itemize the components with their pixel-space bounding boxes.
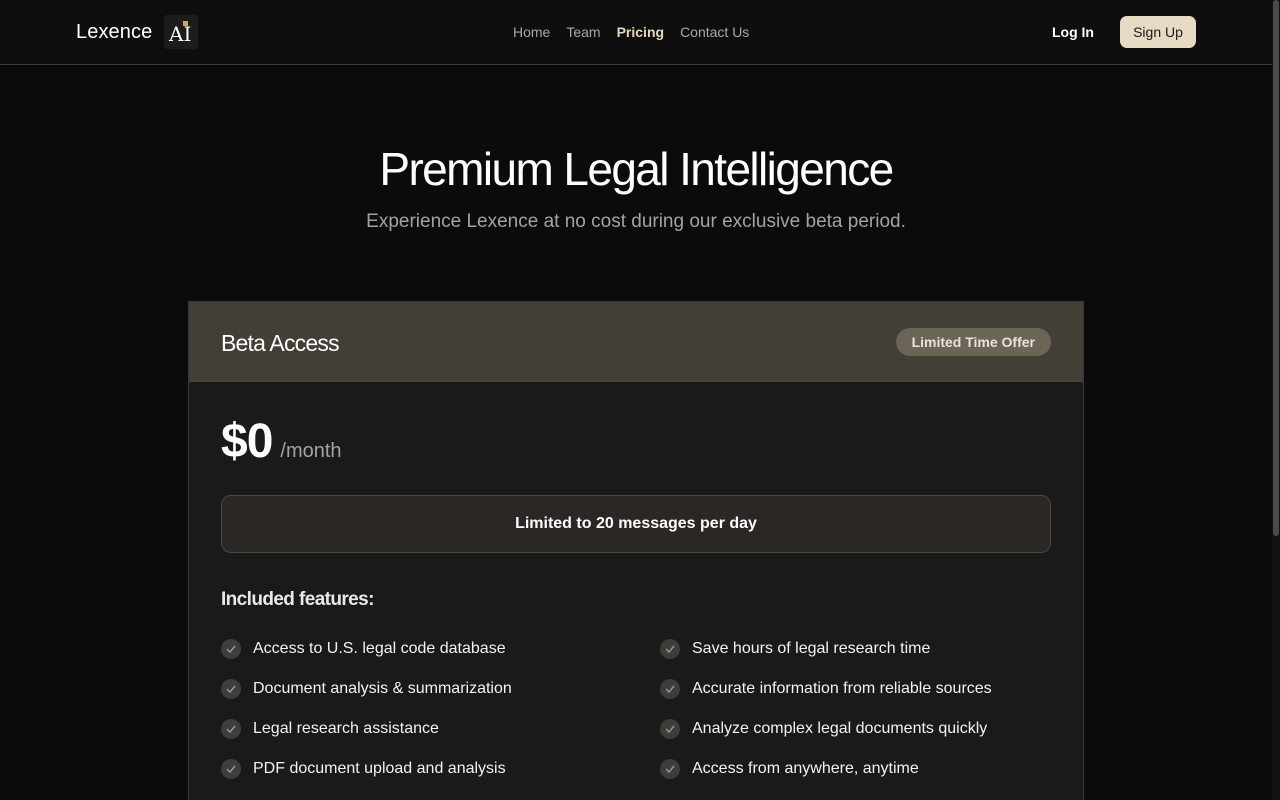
nav-team[interactable]: Team xyxy=(566,22,600,42)
feature-item: Document analysis & summarization xyxy=(221,679,660,699)
feature-item: Accurate information from reliable sourc… xyxy=(660,679,1051,699)
feature-text: Analyze complex legal documents quickly xyxy=(692,720,988,737)
brand[interactable]: Lexence AI xyxy=(76,13,199,51)
feature-item: Save hours of legal research time xyxy=(660,639,1051,659)
plan-name: Beta Access xyxy=(221,330,340,356)
price-row: $0 /month xyxy=(221,414,342,469)
feature-text: PDF document upload and analysis xyxy=(253,760,506,777)
feature-text: Access to U.S. legal code database xyxy=(253,640,506,657)
pricing-card: Beta Access Limited Time Offer $0 /month… xyxy=(188,301,1084,800)
logo-accent xyxy=(183,21,189,26)
signup-button[interactable]: Sign Up xyxy=(1120,16,1196,48)
check-circle-icon xyxy=(221,719,241,739)
feature-item: Access to U.S. legal code database xyxy=(221,639,660,659)
nav-pricing[interactable]: Pricing xyxy=(617,22,664,42)
page-title: Premium Legal Intelligence xyxy=(379,143,894,195)
brand-name: Lexence xyxy=(76,20,153,43)
feature-item: Access from anywhere, anytime xyxy=(660,759,1051,779)
features-list: Access to U.S. legal code database Save … xyxy=(221,639,1051,779)
check-circle-icon xyxy=(660,719,680,739)
feature-item: Legal research assistance xyxy=(221,719,660,739)
plan-period: /month xyxy=(280,440,342,462)
check-circle-icon xyxy=(660,759,680,779)
check-circle-icon xyxy=(221,679,241,699)
check-circle-icon xyxy=(660,679,680,699)
nav-contact-us[interactable]: Contact Us xyxy=(680,22,749,42)
check-circle-icon xyxy=(221,759,241,779)
plan-price: $0 xyxy=(221,415,273,468)
page-scrollbar[interactable] xyxy=(1272,0,1280,800)
feature-text: Legal research assistance xyxy=(253,720,439,737)
logo-glyph: AI xyxy=(168,21,192,45)
feature-text: Document analysis & summarization xyxy=(253,680,512,697)
pricing-page: Lexence AI Home Team Pricing Contact Us … xyxy=(0,0,1280,800)
feature-text: Save hours of legal research time xyxy=(692,640,931,657)
feature-item: Analyze complex legal documents quickly xyxy=(660,719,1051,739)
message-limit-box: Limited to 20 messages per day xyxy=(221,495,1051,553)
check-circle-icon xyxy=(221,639,241,659)
feature-text: Accurate information from reliable sourc… xyxy=(692,680,992,697)
feature-text: Access from anywhere, anytime xyxy=(692,760,919,777)
top-navbar: Lexence AI Home Team Pricing Contact Us … xyxy=(0,0,1272,65)
nav-home[interactable]: Home xyxy=(513,22,550,42)
login-button[interactable]: Log In xyxy=(1052,22,1094,42)
features-title: Included features: xyxy=(221,589,374,610)
scrollbar-thumb[interactable] xyxy=(1273,0,1279,536)
main-nav: Home Team Pricing Contact Us xyxy=(513,22,749,42)
limited-offer-badge: Limited Time Offer xyxy=(895,328,1051,356)
check-circle-icon xyxy=(660,639,680,659)
ai-logo-icon: AI xyxy=(164,15,199,49)
page-subtitle: Experience Lexence at no cost during our… xyxy=(366,211,906,232)
feature-item: PDF document upload and analysis xyxy=(221,759,660,779)
pricing-card-header: Beta Access Limited Time Offer xyxy=(189,302,1083,382)
